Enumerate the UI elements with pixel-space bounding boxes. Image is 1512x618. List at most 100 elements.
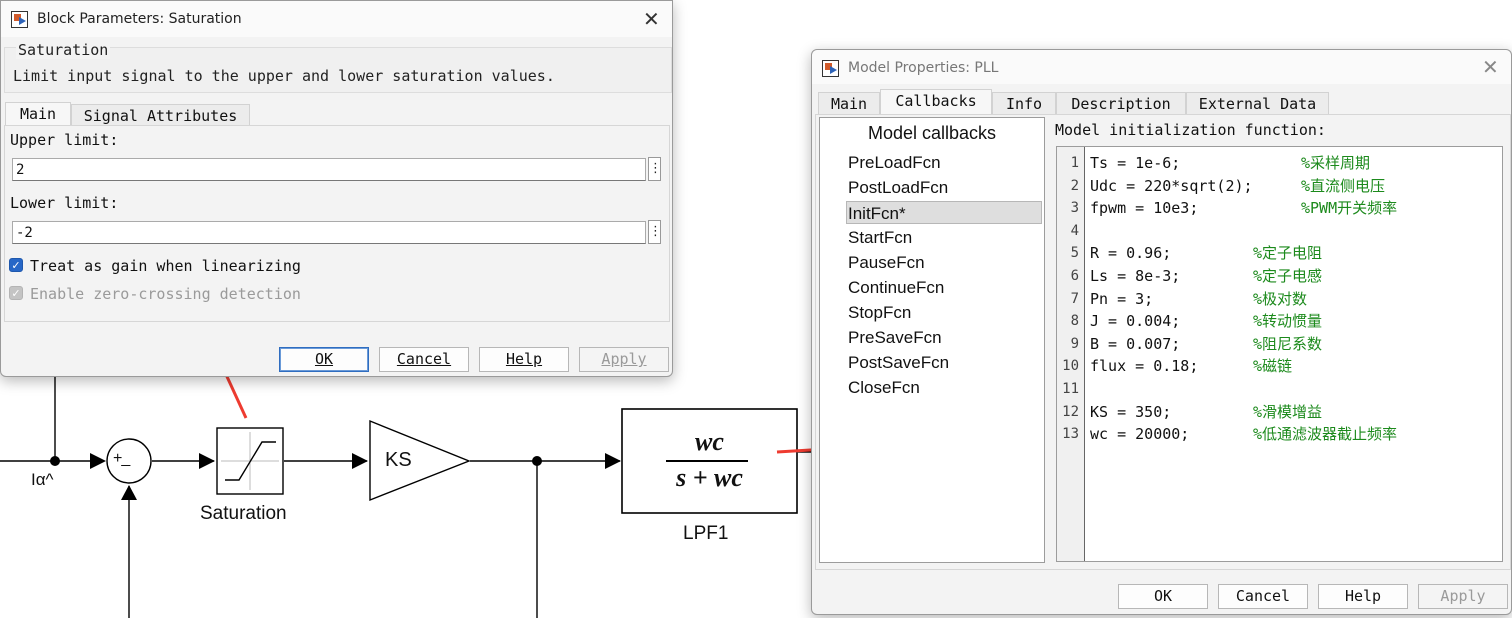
tab-signal-attributes[interactable]: Signal Attributes — [71, 104, 250, 126]
code-text: KS = 350; — [1090, 402, 1172, 421]
code-comment: %定子电阻 — [1253, 244, 1323, 263]
tf-denominator: s + wc — [676, 463, 743, 492]
code-line: 7 Pn = 3; %极对数 — [1057, 288, 1497, 311]
treat-as-gain-checkbox[interactable]: ✓ — [9, 258, 23, 272]
gain-value: KS — [385, 449, 412, 471]
block-parameters-dialog: Block Parameters: Saturation ✕ Saturatio… — [0, 0, 673, 377]
line-number: 4 — [1070, 222, 1079, 239]
ok-button[interactable]: OK — [1118, 584, 1208, 609]
signal-label: Iα^ — [31, 470, 54, 489]
callbacks-header: Model callbacks — [867, 123, 997, 143]
code-text: Pn = 3; — [1090, 289, 1154, 308]
code-line: 8 J = 0.004; %转动惯量 — [1057, 310, 1497, 333]
upper-limit-menu-icon[interactable]: ⋮ — [648, 157, 662, 181]
code-text: Ls = 8e-3; — [1090, 267, 1181, 285]
lower-limit-menu-icon[interactable]: ⋮ — [648, 220, 662, 244]
code-line: 4 — [1057, 220, 1497, 243]
code-comment: %定子电感 — [1253, 267, 1323, 285]
code-text: flux = 0.18; — [1090, 357, 1199, 376]
close-icon[interactable]: ✕ — [1482, 57, 1499, 77]
dialog-title: Block Parameters: Saturation — [37, 11, 242, 27]
lpf-label: LPF1 — [683, 523, 729, 544]
line-number: 11 — [1062, 381, 1079, 397]
code-comment: %阻尼系数 — [1253, 334, 1323, 353]
callback-item[interactable]: PauseFcn — [848, 251, 925, 274]
callback-item[interactable]: StartFcn — [848, 226, 912, 249]
code-comment: %滑模增益 — [1253, 402, 1323, 421]
callback-item[interactable]: ContinueFcn — [848, 276, 944, 299]
junction-dot — [50, 456, 60, 466]
code-line: 1 Ts = 1e-6; %采样周期 — [1057, 152, 1497, 175]
code-line: 2 Udc = 220*sqrt(2); %直流侧电压 — [1057, 175, 1497, 198]
upper-limit-field[interactable]: 2 — [12, 158, 646, 181]
lower-limit-field[interactable]: -2 — [12, 221, 646, 244]
code-comment: %低通滤波器截止频率 — [1253, 425, 1398, 444]
cancel-button[interactable]: Cancel — [379, 347, 469, 372]
simulink-icon — [11, 11, 28, 28]
tab-external-data[interactable]: External Data — [1186, 92, 1329, 114]
lower-limit-label: Lower limit: — [10, 194, 119, 212]
line-number: 13 — [1062, 426, 1079, 443]
code-comment: %直流侧电压 — [1301, 176, 1386, 195]
code-text: Ts = 1e-6; — [1090, 154, 1181, 172]
callback-list: Model callbacks PreLoadFcn PostLoadFcn Ini… — [819, 117, 1045, 563]
callback-item[interactable]: PostSaveFcn — [848, 351, 949, 374]
saturation-label: Saturation — [200, 503, 287, 524]
zero-crossing-label: Enable zero-crossing detection — [30, 285, 301, 303]
line-number: 12 — [1062, 403, 1079, 420]
code-text: R = 0.96; — [1090, 244, 1172, 263]
tab-callbacks[interactable]: Callbacks — [880, 89, 992, 114]
treat-as-gain-label: Treat as gain when linearizing — [30, 257, 301, 275]
code-comment: %极对数 — [1253, 289, 1308, 308]
callback-item[interactable]: InitFcn* — [846, 201, 1042, 224]
tab-main[interactable]: Main — [5, 102, 71, 127]
callback-item[interactable]: PreLoadFcn — [848, 151, 941, 174]
line-number: 3 — [1070, 200, 1079, 217]
code-line: 13 wc = 20000; %低通滤波器截止频率 — [1057, 423, 1497, 446]
tab-main[interactable]: Main — [818, 92, 880, 114]
code-line: 12 KS = 350; %滑模增益 — [1057, 401, 1497, 424]
code-line: 11 — [1057, 378, 1497, 401]
cancel-button[interactable]: Cancel — [1218, 584, 1308, 609]
line-number: 10 — [1062, 358, 1079, 375]
upper-limit-label: Upper limit: — [10, 131, 119, 149]
model-properties-dialog: Model Properties: PLL ✕ Main Callbacks I… — [811, 49, 1512, 615]
code-comment: %采样周期 — [1301, 154, 1371, 172]
line-number: 1 — [1070, 155, 1079, 171]
tab-info[interactable]: Info — [992, 92, 1056, 114]
line-number: 2 — [1070, 177, 1079, 194]
ok-button[interactable]: OK — [279, 347, 369, 372]
block-type-label: Saturation — [16, 41, 111, 59]
dialog-titlebar[interactable]: Block Parameters: Saturation ✕ — [1, 1, 672, 37]
transfer-function-block[interactable] — [621, 408, 798, 514]
code-comment: %磁链 — [1253, 357, 1293, 376]
block-description: Limit input signal to the upper and lowe… — [13, 67, 555, 85]
code-text: wc = 20000; — [1090, 425, 1190, 444]
callback-item[interactable]: PreSaveFcn — [848, 326, 942, 349]
help-button[interactable]: Help — [1318, 584, 1408, 609]
line-number: 8 — [1070, 313, 1079, 330]
junction-dot — [532, 456, 542, 466]
code-line: 9 B = 0.007; %阻尼系数 — [1057, 333, 1497, 356]
code-line: 10 flux = 0.18; %磁链 — [1057, 355, 1497, 378]
callback-item[interactable]: StopFcn — [848, 301, 911, 324]
dialog-title: Model Properties: PLL — [848, 60, 999, 76]
line-number: 5 — [1070, 245, 1079, 262]
saturation-block[interactable] — [216, 427, 284, 495]
tab-description[interactable]: Description — [1056, 92, 1186, 114]
code-comment: %转动惯量 — [1253, 312, 1323, 331]
line-number: 6 — [1070, 268, 1079, 284]
callback-item[interactable]: CloseFcn — [848, 376, 920, 399]
help-button[interactable]: Help — [479, 347, 569, 372]
zero-crossing-checkbox: ✓ — [9, 286, 23, 300]
code-text: B = 0.007; — [1090, 334, 1181, 353]
code-text: Udc = 220*sqrt(2); — [1090, 176, 1253, 195]
close-icon[interactable]: ✕ — [643, 9, 660, 29]
code-text: fpwm = 10e3; — [1090, 199, 1199, 218]
apply-button: Apply — [1418, 584, 1508, 609]
dialog-titlebar[interactable]: Model Properties: PLL ✕ — [812, 50, 1511, 84]
init-code-editor[interactable]: 1 Ts = 1e-6; %采样周期 2 Udc = 220*sqrt(2); %直流侧电… — [1056, 146, 1503, 562]
code-line: 6 Ls = 8e-3; %定子电感 — [1057, 265, 1497, 288]
line-number: 7 — [1070, 290, 1079, 307]
callback-item[interactable]: PostLoadFcn — [848, 176, 948, 199]
